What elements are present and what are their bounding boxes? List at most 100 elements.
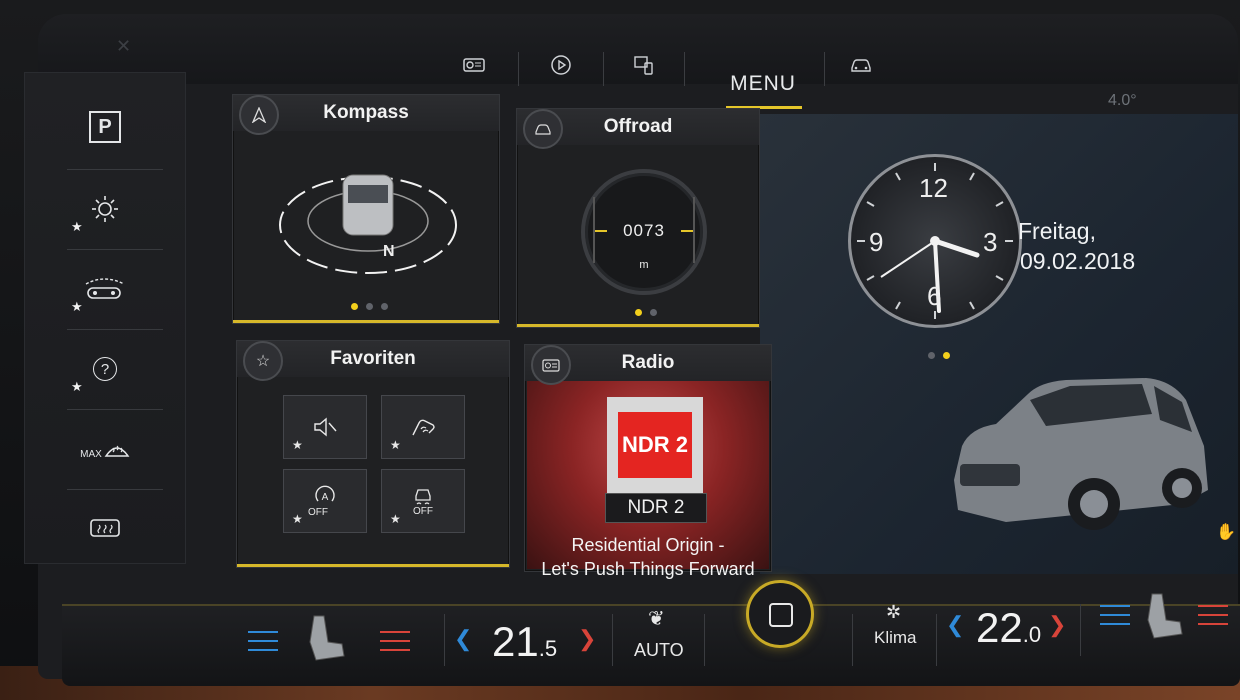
- svg-text:A: A: [322, 492, 329, 503]
- favorite-star-icon: ★: [292, 438, 303, 452]
- favorite-star-icon: ★: [390, 512, 401, 526]
- outside-temperature: 4.0°: [1108, 92, 1137, 109]
- tile-accent-line: [237, 564, 509, 567]
- now-playing-line1: Residential Origin -: [571, 535, 725, 555]
- offroad-car-icon: [523, 109, 563, 149]
- help-label: ?: [100, 360, 110, 378]
- right-seat-heating-indicator[interactable]: [1198, 598, 1228, 632]
- right-temp-dec: .0: [1022, 622, 1042, 647]
- right-temp-int: 22: [976, 604, 1023, 651]
- divider: [704, 614, 705, 666]
- now-playing-line2: Let's Push Things Forward: [541, 559, 755, 579]
- left-temp-down-icon[interactable]: ❮: [454, 626, 472, 652]
- light-settings-button[interactable]: ★: [25, 169, 185, 249]
- fan-icon: ❦: [648, 608, 665, 630]
- klima-button[interactable]: Klima: [874, 628, 917, 648]
- left-seat-icon[interactable]: [302, 612, 348, 670]
- auto-start-stop-off-button[interactable]: A OFF ★: [283, 469, 367, 533]
- offroad-page-dots: [635, 309, 657, 316]
- right-seat-icon[interactable]: [1140, 590, 1186, 648]
- right-temp-down-icon[interactable]: ❮: [946, 612, 964, 638]
- clock-numeral-3: 3: [983, 227, 998, 257]
- page-dot: [943, 352, 950, 359]
- now-playing: Residential Origin - Let's Push Things F…: [525, 533, 771, 581]
- gesture-hand-icon: ✋: [1216, 524, 1236, 541]
- divider: [612, 614, 613, 666]
- left-temp-up-icon[interactable]: ❯: [578, 626, 596, 652]
- left-seat-cooling-indicator[interactable]: [248, 624, 278, 658]
- sun-icon: [92, 196, 118, 222]
- divider: [936, 614, 937, 666]
- mute-button[interactable]: ★: [283, 395, 367, 459]
- kompass-page-dots: [351, 303, 388, 310]
- close-icon[interactable]: ✕: [116, 36, 131, 57]
- divider: [444, 614, 445, 666]
- max-label: MAX: [80, 448, 102, 460]
- media-play-icon[interactable]: [541, 50, 581, 80]
- radio-tile[interactable]: Radio NDR 2 NDR 2 Residential Origin - L…: [524, 344, 772, 579]
- help-button[interactable]: ? ★: [25, 329, 185, 409]
- parking-icon: P: [89, 111, 121, 143]
- left-temp-dec: .5: [538, 636, 558, 661]
- analog-clock[interactable]: 12 3 6 9: [848, 154, 1022, 328]
- mute-speaker-icon: [314, 417, 337, 437]
- page-dot: [366, 303, 373, 310]
- page-dot: [351, 303, 358, 310]
- clock-page-dots: [928, 352, 950, 359]
- phone-mirror-icon[interactable]: [624, 50, 664, 80]
- navigation-arrow-icon: [239, 95, 279, 135]
- start-stop-icon: A: [315, 485, 335, 503]
- help-icon: ?: [93, 357, 117, 381]
- parking-button[interactable]: P: [25, 87, 185, 167]
- right-seat-cooling-indicator[interactable]: [1100, 598, 1130, 632]
- home-icon: [769, 603, 793, 627]
- parking-label: P: [98, 115, 112, 138]
- max-defrost-button[interactable]: MAX: [25, 409, 185, 489]
- vehicle-image: [954, 378, 1208, 530]
- clock-numeral-9: 9: [869, 227, 884, 257]
- traction-control-icon: [415, 488, 431, 504]
- massage-button[interactable]: ★: [381, 395, 465, 459]
- right-temperature[interactable]: 22.0: [976, 604, 1041, 652]
- station-logo: NDR 2: [607, 397, 703, 493]
- page-dot: [381, 303, 388, 310]
- auto-climate-button[interactable]: AUTO: [634, 640, 684, 661]
- divider: [684, 52, 685, 86]
- car-settings-icon[interactable]: [841, 50, 881, 80]
- favorite-star-icon: ★: [292, 512, 303, 526]
- compass-rose-graphic: [279, 174, 457, 274]
- left-temp-int: 21: [492, 618, 539, 665]
- station-name: NDR 2: [605, 493, 707, 523]
- kompass-tile[interactable]: Kompass N: [232, 94, 500, 324]
- tile-accent-line: [233, 320, 499, 323]
- date: 09.02.2018: [1020, 248, 1136, 274]
- clock-hour-hand: [932, 238, 980, 258]
- favoriten-tile: Favoriten ☆ ★ ★ A OFF ★ OFF ★: [236, 340, 510, 568]
- area-view-button[interactable]: ★: [25, 249, 185, 329]
- favorite-star-icon: ★: [71, 379, 83, 394]
- radio-source-icon[interactable]: [454, 50, 494, 80]
- klima-snowflake-icon: ✲: [886, 602, 902, 622]
- divider: [518, 52, 519, 86]
- home-button[interactable]: [746, 580, 814, 648]
- left-seat-heating-indicator[interactable]: [380, 624, 410, 658]
- altitude-unit: m: [639, 259, 649, 271]
- massage-hand-icon: [412, 419, 435, 436]
- ndr2-logo: NDR 2: [618, 412, 692, 478]
- altitude-value: 0073: [623, 221, 665, 240]
- favorite-star-icon: ★: [71, 219, 83, 234]
- esc-off-button[interactable]: OFF ★: [381, 469, 465, 533]
- star-icon: ☆: [243, 341, 283, 381]
- divider: [1080, 604, 1081, 656]
- off-label: OFF: [308, 506, 328, 518]
- left-temperature[interactable]: 21.5: [492, 618, 557, 666]
- divider: [824, 52, 825, 86]
- offroad-tile[interactable]: Offroad 0073 m: [516, 108, 760, 328]
- right-temp-up-icon[interactable]: ❯: [1048, 612, 1066, 638]
- weekday: Freitag,: [1018, 218, 1096, 244]
- car-sensors-icon: [85, 278, 125, 299]
- radio-icon: [531, 345, 571, 385]
- page-dot: [928, 352, 935, 359]
- rear-defrost-button[interactable]: [25, 489, 185, 569]
- favorite-star-icon: ★: [390, 438, 401, 452]
